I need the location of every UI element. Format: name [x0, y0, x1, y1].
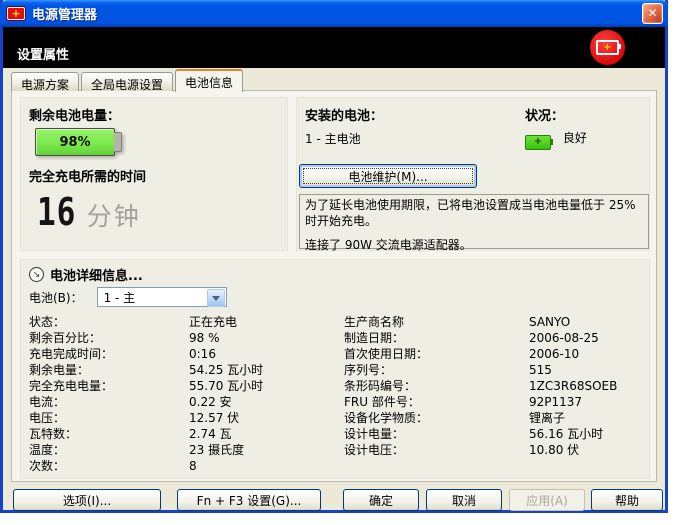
options-button[interactable]: 选项(I)...	[13, 489, 161, 511]
notice-line-1: 为了延长电池使用期限，已将电池设置成当电池电量低于 25% 时开始充电。	[305, 197, 643, 229]
page-title: 设置属性	[17, 44, 69, 63]
tab-strip: 电源方案 全局电源设置 电池信息	[11, 70, 245, 91]
installed-battery-panel: 安装的电池： 1 - 主电池 状况： + 良好 电池维护(M)... 为了延长电…	[296, 97, 650, 251]
tab-power-scheme[interactable]: 电源方案	[11, 72, 79, 91]
close-icon[interactable]: ✕	[642, 3, 663, 24]
detail-row: 序列号：515	[344, 362, 644, 378]
remaining-charge-panel: 剩余电池电量： 98% 完全充电所需的时间 16 分钟	[20, 97, 288, 251]
notice-line-2: 连接了 90W 交流电源适配器。	[305, 237, 643, 253]
detail-row: 完全充电电量：55.70 瓦小时	[29, 378, 334, 394]
detail-row: 次数：8	[29, 458, 334, 474]
charge-time-unit: 分钟	[87, 197, 141, 233]
details-section-title: 电池详细信息...	[50, 265, 143, 284]
detail-row: 状态：正在充电	[29, 314, 334, 330]
battery-select-label: 电池(B)：	[29, 289, 83, 306]
battery-info-page: 剩余电池电量： 98% 完全充电所需的时间 16 分钟 安装的电池： 1 - 主…	[11, 90, 657, 482]
fn-f3-settings-button[interactable]: Fn + F3 设置(G)...	[177, 489, 321, 511]
brand-battery-icon: +	[590, 30, 625, 65]
installed-battery-value: 1 - 主电池	[305, 130, 361, 147]
battery-nub	[114, 132, 122, 152]
header-band: 设置属性 +	[3, 27, 665, 68]
battery-select-value: 1 - 主	[98, 289, 136, 306]
chevron-down-icon[interactable]	[207, 289, 225, 307]
charge-threshold-notice: 为了延长电池使用期限，已将电池设置成当电池电量低于 25% 时开始充电。 连接了…	[299, 194, 649, 249]
battery-percent-text: 98%	[59, 135, 90, 150]
detail-row: 首次使用日期：2006-10	[344, 346, 644, 362]
detail-row: FRU 部件号：92P1137	[344, 394, 644, 410]
detail-row: 设备化学物质：锂离子	[344, 410, 644, 426]
detail-row: 电流：0.22 安	[29, 394, 334, 410]
details-section-header[interactable]: ↘ 电池详细信息...	[29, 265, 143, 284]
ok-button[interactable]: 确定	[343, 489, 419, 511]
details-right-column: 生产商名称SANYO 制造日期：2006-08-25 首次使用日期：2006-1…	[344, 314, 644, 458]
detail-row: 温度：23 摄氏度	[29, 442, 334, 458]
window-title: 电源管理器	[32, 4, 97, 23]
detail-row: 制造日期：2006-08-25	[344, 330, 644, 346]
power-manager-window: + 电源管理器 ✕ 设置属性 + 电源方案 全局电源设置 电池信息 剩余电池电量…	[0, 0, 668, 513]
collapse-arrow-icon[interactable]: ↘	[29, 267, 44, 282]
detail-row: 剩余电量：54.25 瓦小时	[29, 362, 334, 378]
details-left-column: 状态：正在充电 剩余百分比：98 % 充电完成时间：0:16 剩余电量：54.2…	[29, 314, 334, 474]
battery-select-dropdown[interactable]: 1 - 主	[97, 287, 227, 307]
charge-time-value: 16	[37, 190, 76, 234]
app-battery-icon: +	[6, 6, 26, 21]
condition-label: 状况：	[525, 105, 564, 124]
cancel-button[interactable]: 取消	[426, 489, 502, 511]
detail-row: 剩余百分比：98 %	[29, 330, 334, 346]
tab-battery-info[interactable]: 电池信息	[175, 69, 243, 92]
apply-button: 应用(A)	[509, 489, 585, 511]
detail-row: 充电完成时间：0:16	[29, 346, 334, 362]
detail-row: 生产商名称SANYO	[344, 314, 644, 330]
battery-select-row: 电池(B)： 1 - 主	[29, 287, 227, 307]
installed-battery-label: 安装的电池：	[305, 105, 383, 124]
condition-row: + 良好	[525, 129, 587, 150]
help-button[interactable]: 帮助	[591, 489, 663, 511]
status-battery-icon: +	[525, 135, 551, 150]
remaining-charge-label: 剩余电池电量：	[29, 105, 120, 124]
battery-maintenance-button[interactable]: 电池维护(M)...	[299, 164, 477, 188]
battery-details-panel: ↘ 电池详细信息... 电池(B)： 1 - 主 状态：正在充电 剩余百分比：9…	[20, 259, 650, 479]
condition-value: 良好	[563, 131, 587, 145]
full-charge-time-label: 完全充电所需的时间	[29, 166, 146, 185]
detail-row: 设计电量：56.16 瓦小时	[344, 426, 644, 442]
charge-time-display: 16 分钟	[37, 190, 141, 234]
detail-row: 条形码编号：1ZC3R68SOEB	[344, 378, 644, 394]
battery-level-indicator: 98%	[35, 128, 115, 156]
detail-row: 瓦特数：2.74 瓦	[29, 426, 334, 442]
titlebar[interactable]: + 电源管理器 ✕	[0, 0, 668, 27]
detail-row: 电压：12.57 伏	[29, 410, 334, 426]
tab-global-power-settings[interactable]: 全局电源设置	[81, 72, 173, 91]
detail-row: 设计电压：10.80 伏	[344, 442, 644, 458]
